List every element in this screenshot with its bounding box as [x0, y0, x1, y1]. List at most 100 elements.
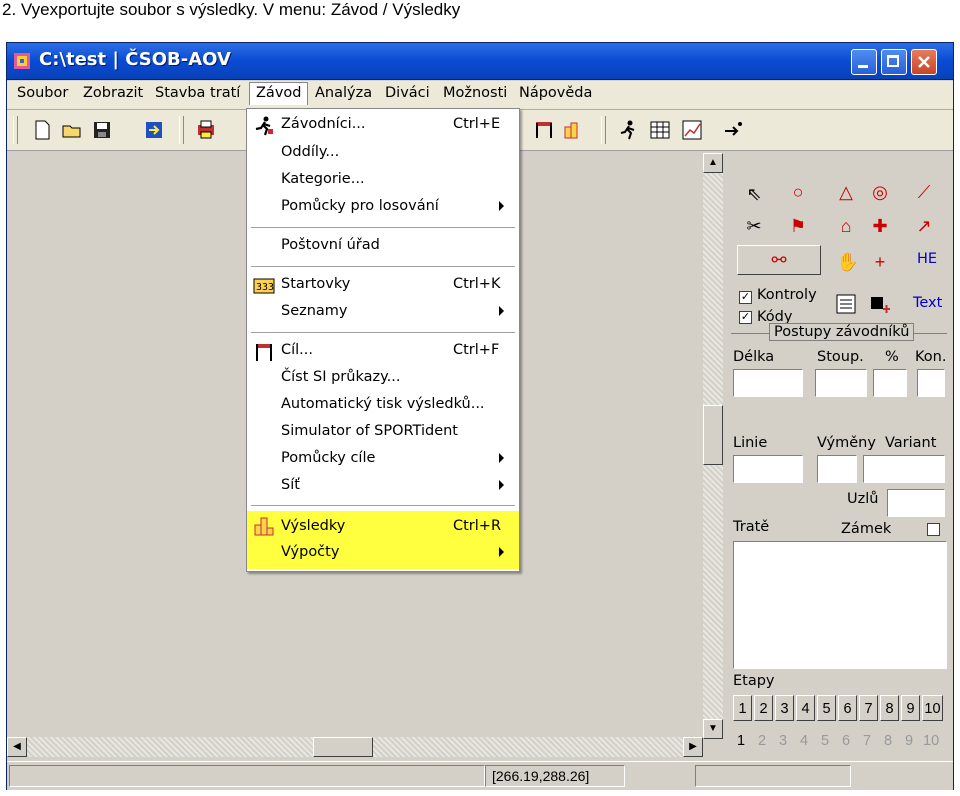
print-icon[interactable]	[195, 119, 217, 141]
double-circle-tool-icon[interactable]: ◎	[867, 179, 893, 205]
arrow-tool-icon[interactable]: ↗	[911, 213, 937, 239]
menu-napoveda[interactable]: Nápověda	[519, 85, 592, 101]
minimize-button[interactable]	[851, 49, 877, 75]
flag-tool-icon[interactable]: ⚑	[785, 213, 811, 239]
list-icon[interactable]	[835, 293, 857, 315]
crosshair-tool-icon[interactable]: +	[867, 249, 893, 275]
postupy-button[interactable]: Postupy závodníků	[769, 323, 915, 341]
cross-tool-icon[interactable]: ✚	[867, 213, 893, 239]
variant-field[interactable]	[863, 455, 945, 483]
toolbar-grip[interactable]	[13, 116, 18, 144]
etapa-tab[interactable]: 3	[775, 695, 794, 721]
hscroll-thumb[interactable]	[313, 737, 373, 757]
etapa-tab[interactable]: 8	[880, 695, 899, 721]
menu-item-zavodnici[interactable]: Závodníci... Ctrl+E	[247, 113, 519, 139]
menu-item-cist-si[interactable]: Číst SI průkazy...	[247, 366, 519, 392]
menu-item-seznamy[interactable]: Seznamy	[247, 300, 519, 326]
menu-item-startovky[interactable]: 333 Startovky Ctrl+K	[247, 273, 519, 299]
he-label[interactable]: HE	[917, 251, 937, 267]
etapa-tab[interactable]: 6	[838, 695, 857, 721]
text-tool-label[interactable]: Text	[913, 295, 942, 311]
toolbar-grip[interactable]	[179, 116, 184, 144]
add-control-icon[interactable]	[869, 293, 891, 315]
menu-analyza[interactable]: Analýza	[315, 85, 372, 101]
etapa-tab[interactable]: 4	[796, 695, 815, 721]
vymeny-field[interactable]	[817, 455, 857, 483]
zamek-checkbox[interactable]	[927, 523, 940, 536]
results-tool-icon[interactable]	[561, 119, 583, 141]
horizontal-scrollbar[interactable]: ◀ ▶	[7, 737, 703, 757]
etapa-tab[interactable]: 1	[733, 695, 752, 721]
etapa-number[interactable]: 4	[800, 733, 808, 749]
etapa-number[interactable]: 3	[779, 733, 787, 749]
trate-list[interactable]	[733, 541, 947, 669]
line-tool-icon[interactable]: ⟋	[911, 179, 937, 205]
kody-checkbox[interactable]: ✓	[739, 311, 752, 324]
menu-item-kategorie[interactable]: Kategorie...	[247, 168, 519, 194]
import-icon[interactable]	[143, 119, 165, 141]
cylinder-tool-icon[interactable]: ⌂	[833, 213, 859, 239]
menu-item-sit[interactable]: Síť	[247, 474, 519, 500]
menu-item-pomucky-cile[interactable]: Pomůcky cíle	[247, 447, 519, 473]
etapa-number[interactable]: 10	[923, 733, 939, 749]
save-icon[interactable]	[91, 119, 113, 141]
scroll-left-button[interactable]: ◀	[7, 737, 27, 757]
graph-icon[interactable]	[681, 119, 703, 141]
coords-readout: [266.19,288.26]	[485, 765, 625, 787]
menu-item-vypocty[interactable]: Výpočty	[247, 543, 519, 569]
export-icon[interactable]	[723, 119, 745, 141]
etapa-number[interactable]: 8	[884, 733, 892, 749]
etapa-number[interactable]: 5	[821, 733, 829, 749]
etapa-tab[interactable]: 9	[901, 695, 920, 721]
menu-zobrazit[interactable]: Zobrazit	[83, 85, 143, 101]
etapa-number[interactable]: 2	[758, 733, 766, 749]
runner-tool-icon[interactable]	[617, 119, 639, 141]
menu-zavod[interactable]: Závod	[249, 82, 309, 105]
linie-field[interactable]	[733, 455, 803, 483]
vertical-scrollbar[interactable]: ▲ ▼	[703, 153, 723, 739]
menu-item-postovni-urad[interactable]: Poštovní úřad	[247, 234, 519, 260]
percent-field[interactable]	[873, 369, 907, 397]
etapa-tab[interactable]: 10	[922, 695, 943, 721]
open-folder-icon[interactable]	[61, 119, 83, 141]
scroll-right-button[interactable]: ▶	[683, 737, 703, 757]
maximize-button[interactable]	[881, 49, 907, 75]
scissors-tool-icon[interactable]: ✂	[741, 213, 767, 239]
etapa-number[interactable]: 1	[737, 733, 745, 749]
kontroly-checkbox[interactable]: ✓	[739, 291, 752, 304]
new-file-icon[interactable]	[31, 119, 53, 141]
menu-item-vysledky[interactable]: Výsledky Ctrl+R	[247, 511, 519, 543]
stoup-field[interactable]	[815, 369, 867, 397]
pointer-tool-icon[interactable]: ⇖	[741, 181, 767, 207]
menu-divaci[interactable]: Diváci	[385, 85, 430, 101]
etapa-tab[interactable]: 2	[754, 695, 773, 721]
close-button[interactable]	[911, 49, 937, 75]
scroll-thumb[interactable]	[703, 405, 723, 465]
etapa-number[interactable]: 7	[863, 733, 871, 749]
etapa-number[interactable]: 9	[905, 733, 913, 749]
triangle-tool-icon[interactable]: △	[833, 179, 859, 205]
delka-field[interactable]	[733, 369, 803, 397]
title-bar[interactable]: C:\test | ČSOB-AOV	[7, 43, 953, 80]
scroll-up-button[interactable]: ▲	[703, 153, 723, 173]
kon-field[interactable]	[917, 369, 945, 397]
menu-moznosti[interactable]: Možnosti	[443, 85, 507, 101]
menu-soubor[interactable]: Soubor	[17, 85, 68, 101]
toolbar-grip[interactable]	[601, 116, 606, 144]
hand-tool-icon[interactable]: ✋	[835, 249, 861, 275]
scroll-down-button[interactable]: ▼	[703, 719, 723, 739]
etapa-tab[interactable]: 7	[859, 695, 878, 721]
etapa-number[interactable]: 6	[842, 733, 850, 749]
menu-item-simulator[interactable]: Simulator of SPORTident	[247, 420, 519, 446]
etapa-tab[interactable]: 5	[817, 695, 836, 721]
menu-item-pomucky-losovani[interactable]: Pomůcky pro losování	[247, 195, 519, 221]
finish-tool-icon[interactable]	[533, 119, 555, 141]
network-tool-button[interactable]: ⚯	[737, 245, 821, 275]
circle-tool-icon[interactable]: ○	[785, 179, 811, 205]
table-icon[interactable]	[649, 119, 671, 141]
uzlu-field[interactable]	[887, 489, 945, 517]
menu-item-automaticky-tisk[interactable]: Automatický tisk výsledků...	[247, 393, 519, 419]
menu-stavba-trati[interactable]: Stavba tratí	[155, 85, 240, 101]
menu-item-oddily[interactable]: Oddíly...	[247, 141, 519, 167]
menu-item-cil[interactable]: Cíl... Ctrl+F	[247, 339, 519, 365]
